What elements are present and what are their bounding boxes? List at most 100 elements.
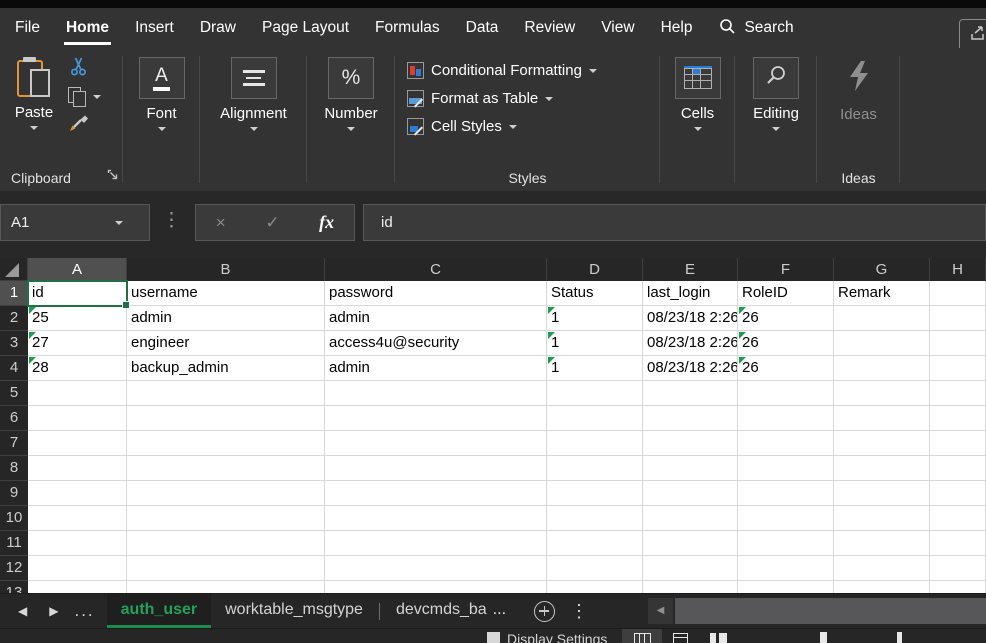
cell-F12[interactable] — [738, 556, 834, 581]
cell-E8[interactable] — [643, 456, 738, 481]
cell-C2[interactable]: admin — [325, 306, 547, 331]
cell-G10[interactable] — [834, 506, 930, 531]
insert-function-icon[interactable]: fx — [319, 212, 334, 233]
cell-C9[interactable] — [325, 481, 547, 506]
cell-E2[interactable]: 08/23/18 2:26 — [643, 306, 738, 331]
paste-dropdown-caret[interactable] — [30, 126, 38, 130]
cell-F6[interactable] — [738, 406, 834, 431]
cell-B7[interactable] — [127, 431, 325, 456]
cell-B3[interactable]: engineer — [127, 331, 325, 356]
cell-D7[interactable] — [547, 431, 643, 456]
cell-H13[interactable] — [930, 581, 986, 593]
cell-A12[interactable] — [28, 556, 127, 581]
menu-help[interactable]: Help — [648, 8, 706, 48]
cell-A1[interactable]: id — [28, 281, 127, 306]
cell-G3[interactable] — [834, 331, 930, 356]
menu-data[interactable]: Data — [453, 8, 512, 48]
cell-B8[interactable] — [127, 456, 325, 481]
cell-D6[interactable] — [547, 406, 643, 431]
menu-formulas[interactable]: Formulas — [362, 8, 453, 48]
cell-B6[interactable] — [127, 406, 325, 431]
cell-F5[interactable] — [738, 381, 834, 406]
cell-C1[interactable]: password — [325, 281, 547, 306]
cell-B5[interactable] — [127, 381, 325, 406]
cell-G6[interactable] — [834, 406, 930, 431]
cell-C3[interactable]: access4u@security — [325, 331, 547, 356]
format-painter-button[interactable] — [68, 113, 90, 137]
cell-D9[interactable] — [547, 481, 643, 506]
alignment-dropdown-caret[interactable] — [250, 127, 258, 131]
col-header-H[interactable]: H — [930, 258, 986, 281]
cell-F7[interactable] — [738, 431, 834, 456]
cell-A3[interactable]: 27 — [28, 331, 127, 356]
cell-E6[interactable] — [643, 406, 738, 431]
search[interactable]: Search — [719, 18, 793, 39]
cell-E5[interactable] — [643, 381, 738, 406]
sheet-nav-more-icon[interactable]: ... — [74, 601, 94, 621]
sheet-tab-auth_user[interactable]: auth_user — [107, 594, 211, 628]
cell-H5[interactable] — [930, 381, 986, 406]
cell-F9[interactable] — [738, 481, 834, 506]
cell-G13[interactable] — [834, 581, 930, 593]
cell-A8[interactable] — [28, 456, 127, 481]
row-header-5[interactable]: 5 — [0, 381, 28, 406]
copy-button[interactable] — [68, 87, 101, 107]
cell-D4[interactable]: 1 — [547, 356, 643, 381]
scroll-left-icon[interactable]: ◀ — [648, 598, 673, 624]
cell-A7[interactable] — [28, 431, 127, 456]
cell-B11[interactable] — [127, 531, 325, 556]
cell-G2[interactable] — [834, 306, 930, 331]
conditional-formatting-button[interactable]: Conditional Formatting — [407, 58, 660, 82]
cell-G4[interactable] — [834, 356, 930, 381]
page-layout-view-icon[interactable] — [673, 633, 688, 643]
cells-button[interactable]: Cells — [660, 48, 735, 131]
cell-H4[interactable] — [930, 356, 986, 381]
cell-C5[interactable] — [325, 381, 547, 406]
cell-D8[interactable] — [547, 456, 643, 481]
cell-C10[interactable] — [325, 506, 547, 531]
cell-F2[interactable]: 26 — [738, 306, 834, 331]
name-box-caret[interactable] — [115, 221, 123, 225]
cell-C8[interactable] — [325, 456, 547, 481]
font-dropdown-caret[interactable] — [158, 127, 166, 131]
cell-D11[interactable] — [547, 531, 643, 556]
cell-G7[interactable] — [834, 431, 930, 456]
col-header-D[interactable]: D — [547, 258, 643, 281]
display-settings-label[interactable]: Display Settings — [507, 631, 607, 643]
font-button[interactable]: A Font — [123, 48, 200, 131]
sheet-nav-left-icon[interactable]: ◀ — [18, 604, 27, 618]
cell-E10[interactable] — [643, 506, 738, 531]
number-button[interactable]: % Number — [307, 48, 395, 131]
display-settings-icon[interactable] — [487, 632, 500, 643]
cell-D10[interactable] — [547, 506, 643, 531]
cell-H9[interactable] — [930, 481, 986, 506]
cancel-icon[interactable]: × — [216, 213, 226, 233]
new-sheet-button[interactable] — [534, 601, 555, 622]
col-header-B[interactable]: B — [127, 258, 325, 281]
cell-H1[interactable] — [930, 281, 986, 306]
cell-H7[interactable] — [930, 431, 986, 456]
row-header-4[interactable]: 4 — [0, 356, 28, 381]
cell-H11[interactable] — [930, 531, 986, 556]
cell-H6[interactable] — [930, 406, 986, 431]
cell-C4[interactable]: admin — [325, 356, 547, 381]
cell-A4[interactable]: 28 — [28, 356, 127, 381]
cell-D13[interactable] — [547, 581, 643, 593]
cell-E12[interactable] — [643, 556, 738, 581]
cell-C12[interactable] — [325, 556, 547, 581]
cell-B13[interactable] — [127, 581, 325, 593]
row-header-6[interactable]: 6 — [0, 406, 28, 431]
cell-G1[interactable]: Remark — [834, 281, 930, 306]
alignment-button[interactable]: Alignment — [200, 48, 307, 131]
row-header-11[interactable]: 11 — [0, 531, 28, 556]
menu-draw[interactable]: Draw — [187, 8, 249, 48]
cell-D1[interactable]: Status — [547, 281, 643, 306]
cell-A13[interactable] — [28, 581, 127, 593]
col-header-A[interactable]: A — [28, 258, 127, 281]
cell-F10[interactable] — [738, 506, 834, 531]
cell-C13[interactable] — [325, 581, 547, 593]
row-header-10[interactable]: 10 — [0, 506, 28, 531]
cell-H12[interactable] — [930, 556, 986, 581]
cell-D5[interactable] — [547, 381, 643, 406]
col-header-E[interactable]: E — [643, 258, 738, 281]
